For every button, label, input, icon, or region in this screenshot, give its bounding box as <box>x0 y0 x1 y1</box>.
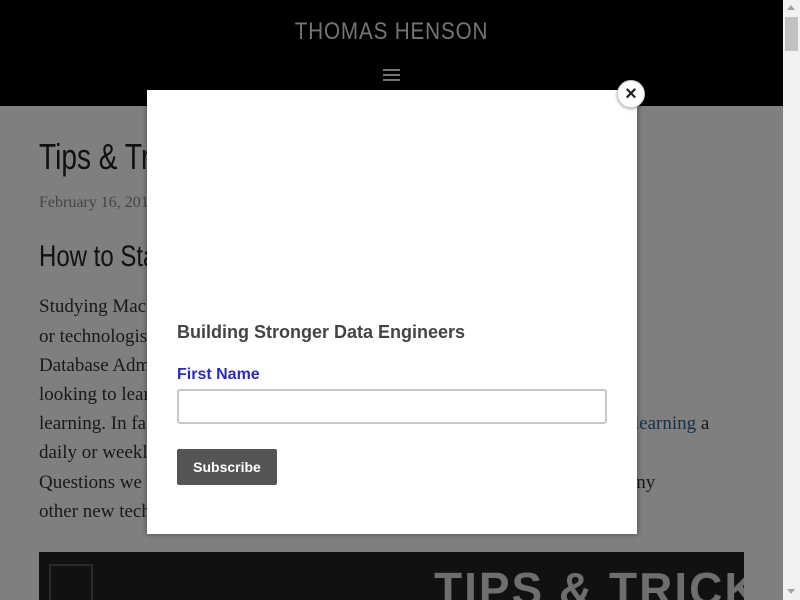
scrollbar[interactable] <box>783 0 800 600</box>
subscribe-modal: Building Stronger Data Engineers First N… <box>147 90 637 534</box>
scrollbar-thumb[interactable] <box>785 17 798 51</box>
first-name-input[interactable] <box>177 389 607 424</box>
close-icon[interactable]: × <box>617 80 645 108</box>
scroll-up-arrow-icon[interactable] <box>787 5 795 10</box>
subscribe-button[interactable]: Subscribe <box>177 449 277 485</box>
scroll-down-arrow-icon[interactable] <box>787 589 795 594</box>
first-name-label: First Name <box>177 366 260 383</box>
modal-heading: Building Stronger Data Engineers <box>177 322 466 342</box>
